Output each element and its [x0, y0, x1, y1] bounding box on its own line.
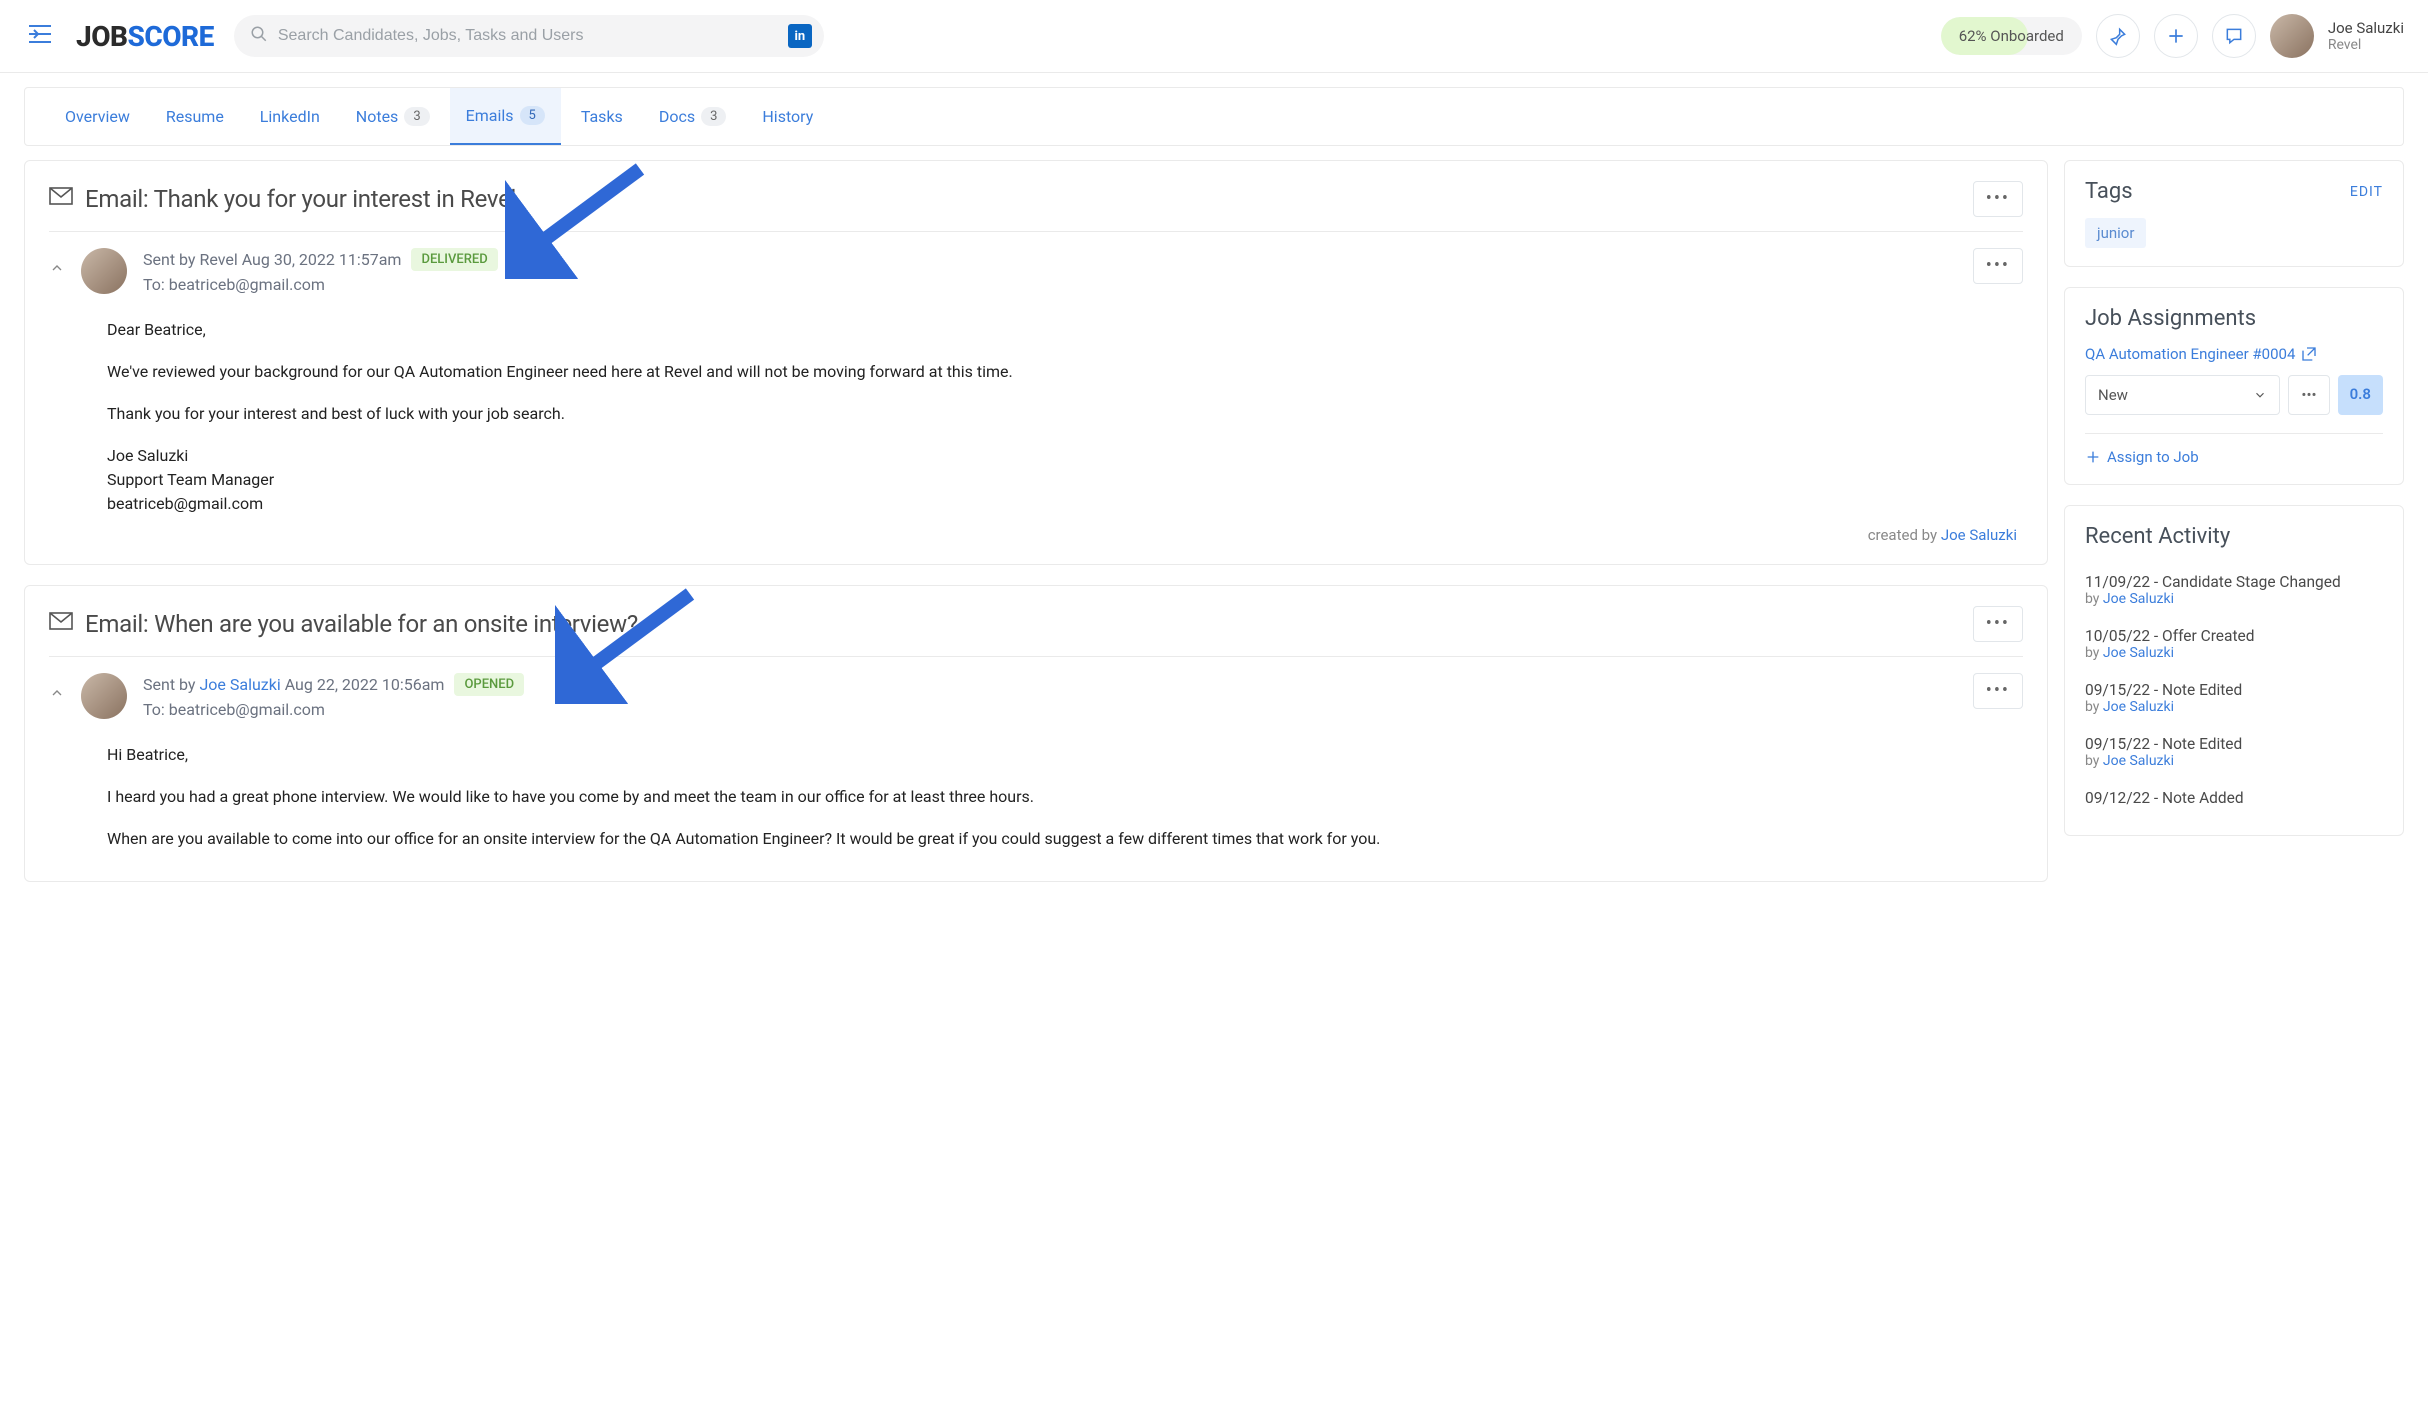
assign-to-job-link[interactable]: Assign to Job [2085, 433, 2383, 466]
email-title: Email: Thank you for your interest in Re… [85, 185, 516, 213]
sender-avatar [81, 248, 127, 294]
content: Email: Thank you for your interest in Re… [0, 160, 2428, 906]
external-link-icon [2301, 346, 2317, 362]
user-info[interactable]: Joe Saluzki Revel [2328, 19, 2404, 53]
onboard-label: 62% Onboarded [1959, 27, 2064, 45]
main-column: Email: Thank you for your interest in Re… [24, 160, 2048, 882]
tab-overview[interactable]: Overview [49, 88, 146, 145]
created-by: created by Joe Saluzki [49, 526, 2023, 544]
collapse-icon[interactable] [49, 248, 65, 280]
messages-button[interactable] [2212, 14, 2256, 58]
collapse-icon[interactable] [49, 673, 65, 705]
activity-by-link[interactable]: Joe Saluzki [2103, 699, 2174, 715]
activity-item: 10/05/22 - Offer Created by Joe Saluzki [2085, 617, 2383, 671]
email-item-actions-button[interactable]: ••• [1973, 673, 2023, 709]
created-by-link[interactable]: Joe Saluzki [1941, 526, 2017, 544]
email-card: Email: When are you available for an ons… [24, 585, 2048, 882]
email-body-text: Hi Beatrice, I heard you had a great pho… [49, 719, 2023, 861]
tags-panel: Tags EDIT junior [2064, 160, 2404, 267]
job-assignments-panel: Job Assignments QA Automation Engineer #… [2064, 287, 2404, 485]
plus-icon [2085, 449, 2101, 465]
activity-item: 09/12/22 - Note Added [2085, 779, 2383, 817]
email-actions-button[interactable]: ••• [1973, 181, 2023, 217]
linkedin-icon[interactable]: in [788, 24, 812, 48]
tab-docs[interactable]: Docs3 [643, 88, 743, 145]
job-actions-button[interactable]: ••• [2288, 375, 2329, 415]
logo[interactable]: JOBSCORE [76, 20, 214, 53]
to-label: To: beatriceb@gmail.com [143, 700, 325, 719]
email-card: Email: Thank you for your interest in Re… [24, 160, 2048, 565]
menu-toggle-icon[interactable] [24, 20, 56, 52]
sent-by-label: Sent by Joe Saluzki Aug 22, 2022 10:56am [143, 675, 444, 694]
tabs: Overview Resume LinkedIn Notes3 Emails5 … [24, 87, 2404, 146]
tab-emails-count: 5 [520, 106, 545, 125]
activity-item: 09/15/22 - Note Edited by Joe Saluzki [2085, 725, 2383, 779]
activity-title: Recent Activity [2085, 524, 2230, 549]
pin-button[interactable] [2096, 14, 2140, 58]
search-icon [250, 25, 268, 47]
recent-activity-panel: Recent Activity 11/09/22 - Candidate Sta… [2064, 505, 2404, 836]
side-column: Tags EDIT junior Job Assignments QA Auto… [2064, 160, 2404, 836]
tab-emails[interactable]: Emails5 [450, 88, 561, 145]
activity-by-link[interactable]: Joe Saluzki [2103, 591, 2174, 607]
job-score: 0.8 [2338, 375, 2383, 415]
search-wrap: in [234, 15, 824, 57]
email-icon [49, 187, 73, 211]
tab-notes-count: 3 [404, 107, 429, 126]
activity-item: 11/09/22 - Candidate Stage Changed by Jo… [2085, 563, 2383, 617]
onboard-pill[interactable]: 62% Onboarded [1941, 17, 2082, 55]
tab-notes[interactable]: Notes3 [340, 88, 446, 145]
tags-title: Tags [2085, 179, 2133, 204]
email-icon [49, 612, 73, 636]
tag-junior[interactable]: junior [2085, 218, 2146, 248]
logo-score: SCORE [128, 20, 214, 53]
chevron-down-icon [2253, 388, 2267, 402]
topbar: JOBSCORE in 62% Onboarded Joe Saluzki Re… [0, 0, 2428, 73]
tab-linkedin[interactable]: LinkedIn [244, 88, 336, 145]
add-button[interactable] [2154, 14, 2198, 58]
search-input[interactable] [234, 15, 824, 57]
tags-edit-link[interactable]: EDIT [2350, 184, 2383, 200]
email-body-text: Dear Beatrice, We've reviewed your backg… [49, 294, 2023, 526]
user-org: Revel [2328, 37, 2404, 53]
job-link[interactable]: QA Automation Engineer #0004 [2085, 345, 2383, 363]
logo-job: JOB [76, 20, 128, 53]
sender-avatar [81, 673, 127, 719]
activity-by-link[interactable]: Joe Saluzki [2103, 645, 2174, 661]
status-badge-opened: OPENED [454, 673, 524, 696]
tab-docs-count: 3 [701, 107, 726, 126]
email-item-actions-button[interactable]: ••• [1973, 248, 2023, 284]
to-label: To: beatriceb@gmail.com [143, 275, 325, 294]
sent-by-label: Sent by Revel Aug 30, 2022 11:57am [143, 250, 401, 269]
topbar-right: 62% Onboarded Joe Saluzki Revel [1941, 14, 2404, 58]
user-name: Joe Saluzki [2328, 19, 2404, 37]
job-stage-select[interactable]: New [2085, 375, 2280, 415]
tab-tasks[interactable]: Tasks [565, 88, 639, 145]
activity-item: 09/15/22 - Note Edited by Joe Saluzki [2085, 671, 2383, 725]
tab-history[interactable]: History [746, 88, 829, 145]
email-title: Email: When are you available for an ons… [85, 610, 638, 638]
avatar[interactable] [2270, 14, 2314, 58]
tab-resume[interactable]: Resume [150, 88, 240, 145]
jobs-title: Job Assignments [2085, 306, 2256, 331]
email-actions-button[interactable]: ••• [1973, 606, 2023, 642]
status-badge-delivered: DELIVERED [411, 248, 497, 271]
activity-by-link[interactable]: Joe Saluzki [2103, 753, 2174, 769]
sent-by-link[interactable]: Joe Saluzki [199, 675, 280, 694]
